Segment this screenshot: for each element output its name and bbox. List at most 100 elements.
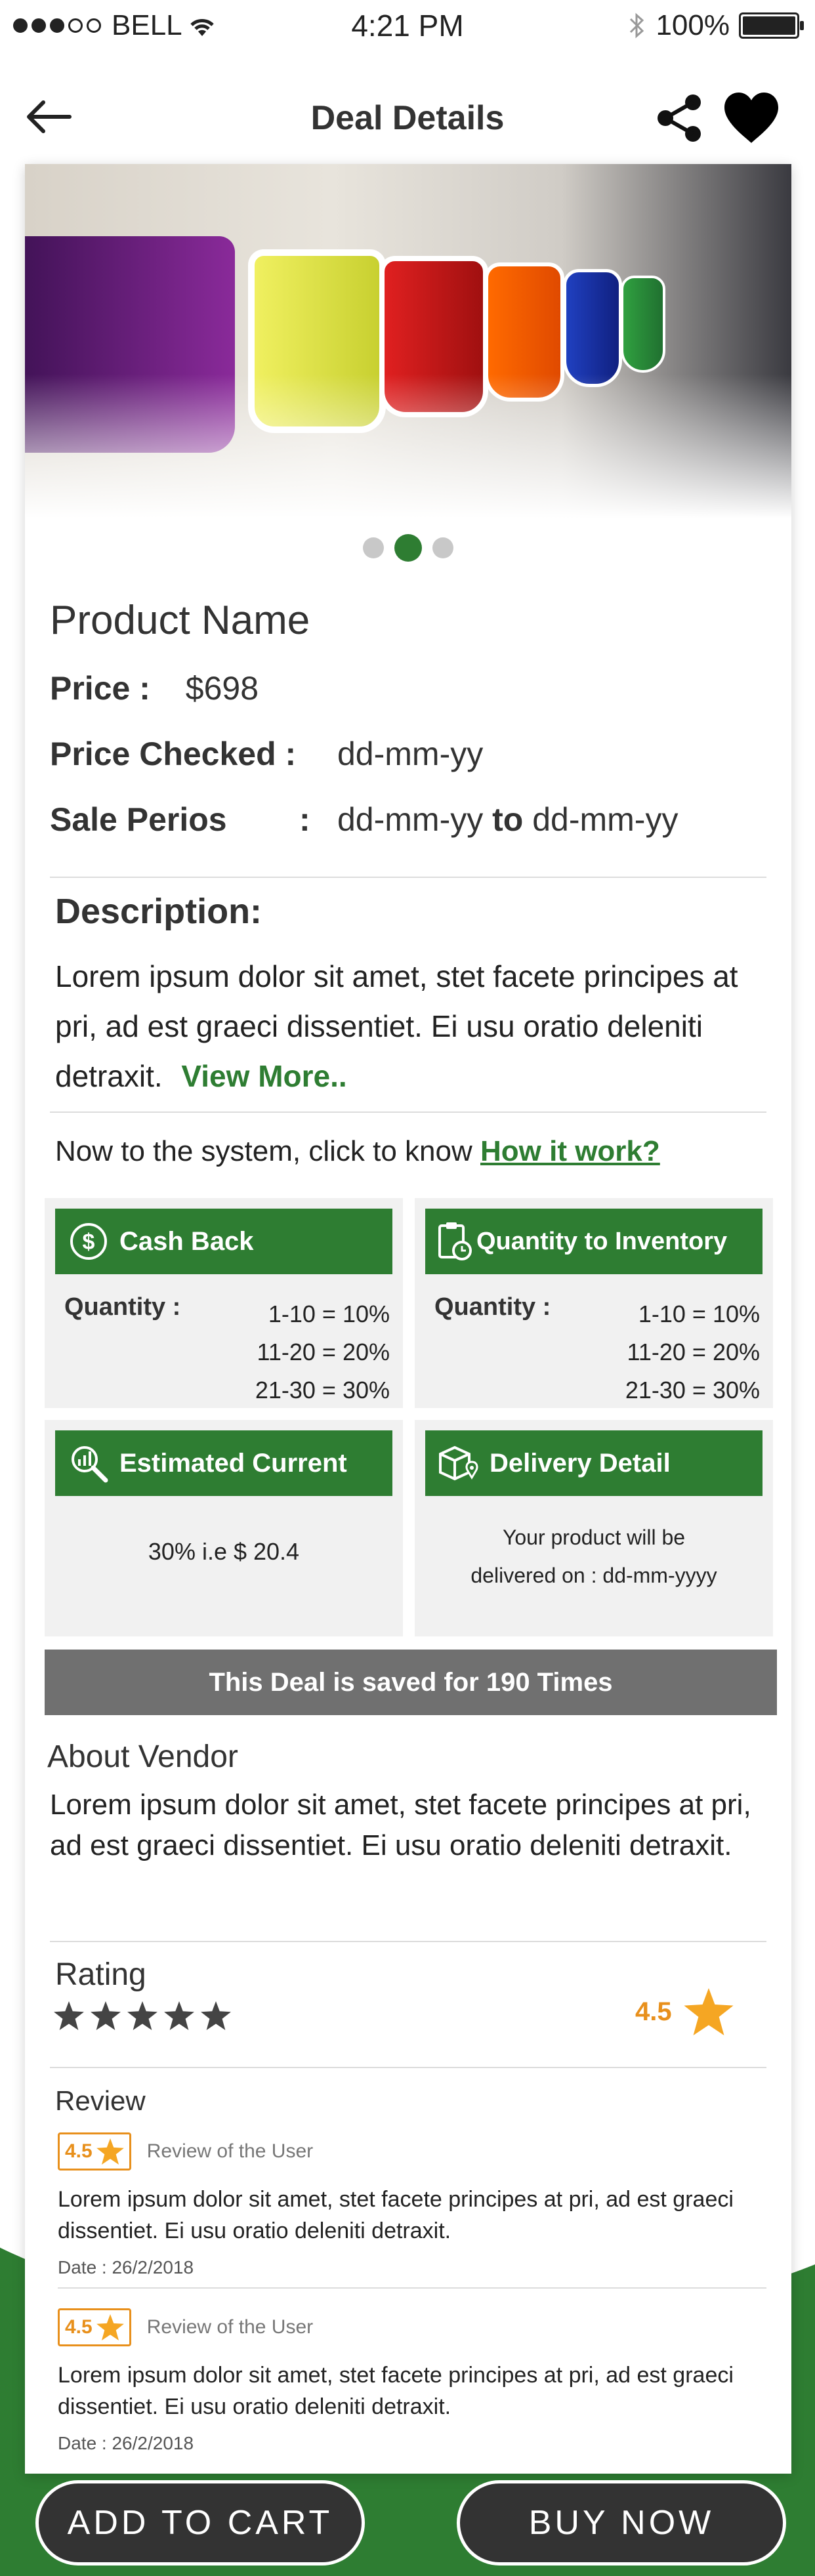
vendor-text: Lorem ipsum dolor sit amet, stet facete …: [50, 1789, 751, 1861]
rating-stars[interactable]: [54, 2001, 231, 2030]
review-text: Lorem ipsum dolor sit amet, stet facete …: [58, 2363, 734, 2419]
review-author: Review of the User: [146, 2316, 314, 2338]
price-checked-value: dd-mm-yy: [337, 736, 484, 772]
inventory-header: Quantity to Inventory: [425, 1209, 763, 1274]
review-item: 4.5 Review of the User Lorem ipsum dolor…: [58, 2132, 766, 2278]
rating-value: 4.5: [635, 1997, 672, 2026]
star-icon: [127, 2001, 157, 2030]
delivery-info: Your product will be delivered on : dd-m…: [415, 1518, 773, 1594]
deal-card: Product Name Price : $698 Price Checked …: [25, 164, 791, 2474]
inventory-tier: 21-30 = 30%: [625, 1377, 760, 1403]
delivery-title: Delivery Detail: [490, 1448, 671, 1478]
how-it-works-link[interactable]: How it work?: [480, 1135, 660, 1167]
delivery-header: Delivery Detail: [425, 1430, 763, 1496]
cashback-box: $ Cash Back Quantity : 1-10 = 10% 11-20 …: [45, 1198, 403, 1408]
carousel-dot-active[interactable]: [394, 534, 422, 562]
carousel-indicator: [25, 534, 791, 562]
product-image-carousel[interactable]: [25, 164, 791, 518]
star-icon: [201, 2001, 231, 2030]
divider: [50, 877, 766, 878]
description-heading: Description:: [55, 892, 262, 931]
review-author: Review of the User: [146, 2140, 314, 2162]
inventory-qty-label: Quantity :: [434, 1293, 551, 1321]
divider: [50, 2067, 766, 2068]
cashback-qty-label: Quantity :: [64, 1293, 181, 1321]
price-value: $698: [185, 670, 259, 707]
price-row: Price : $698: [50, 669, 259, 707]
svg-text:$: $: [83, 1230, 95, 1255]
nav-bar: Deal Details: [0, 79, 815, 157]
mug-image-green: [621, 276, 665, 373]
sale-period-label: Sale Perios: [50, 801, 227, 838]
description-text-block: Lorem ipsum dolor sit amet, stet facete …: [55, 951, 777, 1101]
price-checked-row: Price Checked : dd-mm-yy: [50, 735, 483, 773]
mug-image-blue: [563, 269, 622, 387]
clipboard-clock-icon: [436, 1218, 472, 1264]
estimated-title: Estimated Current: [119, 1448, 347, 1478]
carousel-dot[interactable]: [363, 537, 384, 558]
saved-count-banner: This Deal is saved for 190 Times: [45, 1650, 777, 1715]
how-it-works-text: Now to the system, click to know: [55, 1135, 472, 1167]
sale-from-date: dd-mm-yy: [337, 801, 484, 838]
buy-now-button[interactable]: BUY NOW: [457, 2480, 786, 2566]
price-checked-label: Price Checked :: [50, 736, 297, 772]
rating-summary: 4.5: [635, 1988, 734, 2035]
status-right: 100%: [628, 9, 804, 42]
cashback-icon: $: [66, 1218, 112, 1264]
bluetooth-icon: [630, 12, 644, 39]
star-icon: [164, 2001, 194, 2030]
carousel-dot[interactable]: [432, 537, 453, 558]
how-it-works: Now to the system, click to know How it …: [55, 1135, 660, 1168]
sale-period-colon: :: [299, 801, 310, 838]
delivery-box: Delivery Detail Your product will be del…: [415, 1420, 773, 1636]
battery-icon: [739, 12, 804, 39]
star-icon: [96, 2138, 124, 2165]
review-date: Date : 26/2/2018: [58, 2433, 194, 2453]
share-icon: [658, 94, 701, 142]
delivery-date-line: delivered on : dd-mm-yyyy: [470, 1564, 717, 1587]
divider: [58, 2287, 766, 2289]
inventory-title: Quantity to Inventory: [476, 1227, 728, 1255]
package-location-icon: [436, 1440, 482, 1486]
review-date: Date : 26/2/2018: [58, 2257, 194, 2277]
review-score: 4.5: [65, 2316, 93, 2338]
star-icon: [684, 1988, 734, 2035]
review-score: 4.5: [65, 2140, 93, 2162]
cashback-title: Cash Back: [119, 1226, 254, 1256]
review-score-badge: 4.5: [58, 2132, 131, 2171]
star-icon: [91, 2001, 121, 2030]
battery-percent: 100%: [656, 9, 730, 41]
cashback-tier: 1-10 = 10%: [268, 1300, 390, 1327]
inventory-tier: 1-10 = 10%: [638, 1300, 760, 1327]
divider: [50, 1111, 766, 1113]
delivery-line: Your product will be: [502, 1526, 686, 1549]
product-name: Product Name: [50, 598, 310, 643]
sale-period-row: Sale Perios : dd-mm-yy to dd-mm-yy: [50, 800, 772, 839]
star-icon: [96, 2314, 124, 2340]
share-button[interactable]: [656, 93, 703, 146]
review-heading: Review: [55, 2085, 146, 2116]
cashback-tier: 21-30 = 30%: [255, 1377, 390, 1403]
price-label: Price :: [50, 670, 150, 707]
inventory-tiers: 1-10 = 10% 11-20 = 20% 21-30 = 30%: [625, 1295, 760, 1409]
review-text: Lorem ipsum dolor sit amet, stet facete …: [58, 2187, 734, 2243]
view-more-link[interactable]: View More..: [181, 1059, 346, 1093]
sale-to-date: dd-mm-yy: [532, 801, 679, 838]
sale-to-word: to: [492, 801, 524, 838]
inventory-box: Quantity to Inventory Quantity : 1-10 = …: [415, 1198, 773, 1408]
review-score-badge: 4.5: [58, 2308, 131, 2346]
heart-icon: [724, 93, 778, 143]
status-bar: BELL 4:21 PM 100%: [0, 0, 815, 55]
estimated-header: Estimated Current: [55, 1430, 392, 1496]
add-to-cart-button[interactable]: ADD TO CART: [35, 2480, 365, 2566]
cashback-tiers: 1-10 = 10% 11-20 = 20% 21-30 = 30%: [255, 1295, 390, 1409]
estimated-value: 30% i.e $ 20.4: [148, 1538, 300, 1565]
review-item: 4.5 Review of the User Lorem ipsum dolor…: [58, 2308, 766, 2454]
rating-heading: Rating: [55, 1957, 146, 1992]
cashback-tier: 11-20 = 20%: [257, 1339, 390, 1365]
vendor-heading: About Vendor: [47, 1739, 238, 1774]
description-text: Lorem ipsum dolor sit amet, stet facete …: [55, 959, 738, 1093]
favorite-button[interactable]: [722, 91, 781, 148]
divider: [50, 1941, 766, 1942]
cashback-header: $ Cash Back: [55, 1209, 392, 1274]
